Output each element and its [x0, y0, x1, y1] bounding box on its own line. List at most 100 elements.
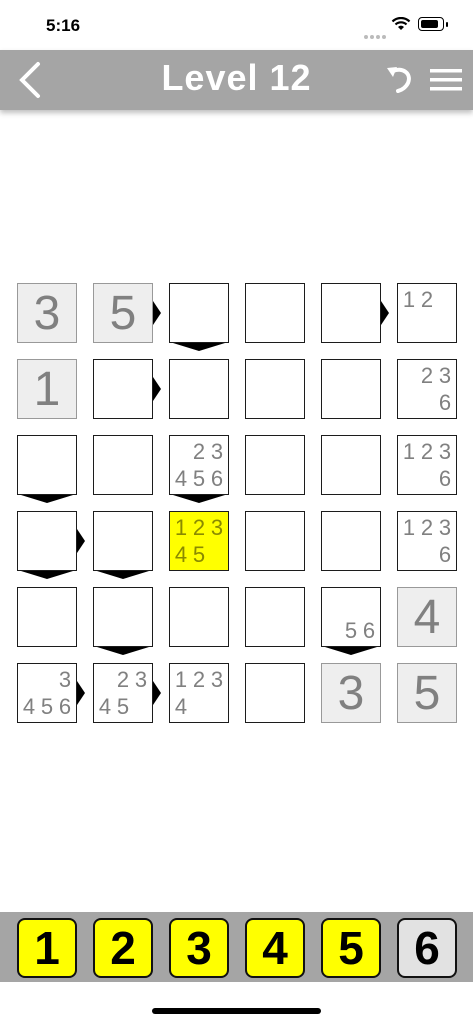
grid-cell-r5-c3[interactable]	[169, 587, 229, 647]
pencil-note: 1	[402, 515, 416, 540]
home-indicator	[152, 1008, 321, 1014]
grid-cell-r6-c2[interactable]: 2345	[93, 663, 153, 723]
cell-value: 5	[109, 287, 137, 340]
cell-pencil-notes: 1234	[172, 666, 226, 720]
cell-pencil-notes: 3456	[20, 666, 74, 720]
pencil-note: 2	[192, 439, 206, 464]
cell-pencil-notes: 1236	[400, 438, 454, 492]
pencil-note: 1	[174, 515, 188, 540]
cell-value: 3	[337, 667, 365, 720]
pencil-note	[360, 590, 378, 617]
greater-than-down-marker	[97, 647, 149, 655]
pencil-note	[208, 541, 226, 568]
pencil-note: 6	[362, 618, 376, 643]
pencil-note: 3	[210, 439, 224, 464]
grid-cell-r4-c5[interactable]	[321, 511, 381, 571]
number-key-1[interactable]: 1	[17, 918, 77, 978]
grid-cell-r5-c6[interactable]: 4	[397, 587, 457, 647]
grid-cell-r4-c2[interactable]	[93, 511, 153, 571]
grid-cell-r5-c4[interactable]	[245, 587, 305, 647]
grid-cell-r3-c5[interactable]	[321, 435, 381, 495]
grid-cell-r1-c4[interactable]	[245, 283, 305, 343]
pencil-note: 3	[438, 363, 452, 388]
pencil-note: 5	[40, 694, 54, 719]
pencil-note: 1	[402, 287, 416, 312]
pencil-note	[400, 465, 418, 492]
pencil-note	[342, 590, 360, 617]
pencil-note	[400, 541, 418, 568]
pencil-note: 3	[438, 515, 452, 540]
grid-cell-r1-c5[interactable]	[321, 283, 381, 343]
greater-than-down-marker	[21, 495, 73, 503]
grid-cell-r3-c6[interactable]: 1236	[397, 435, 457, 495]
grid-cell-r3-c4[interactable]	[245, 435, 305, 495]
pencil-note: 2	[420, 439, 434, 464]
number-key-3[interactable]: 3	[169, 918, 229, 978]
grid-cell-r6-c1[interactable]: 3456	[17, 663, 77, 723]
grid-cell-r5-c2[interactable]	[93, 587, 153, 647]
pencil-note: 2	[192, 515, 206, 540]
grid-cell-r2-c5[interactable]	[321, 359, 381, 419]
pencil-note	[172, 438, 190, 465]
grid-cell-r6-c5[interactable]: 3	[321, 663, 381, 723]
cell-pencil-notes: 12345	[172, 514, 226, 568]
pencil-note: 3	[438, 439, 452, 464]
cell-value: 4	[413, 591, 441, 644]
pencil-note: 2	[420, 363, 434, 388]
pencil-note: 6	[58, 694, 72, 719]
grid-cell-r6-c6[interactable]: 5	[397, 663, 457, 723]
grid-cell-r6-c4[interactable]	[245, 663, 305, 723]
pencil-note	[400, 389, 418, 416]
cell-pencil-notes: 1236	[400, 514, 454, 568]
grid-cell-r3-c3[interactable]: 23456	[169, 435, 229, 495]
pencil-note	[132, 693, 150, 720]
pencil-note	[324, 590, 342, 617]
pencil-note: 5	[192, 542, 206, 567]
pencil-note	[20, 666, 38, 693]
grid-cell-r6-c3[interactable]: 1234	[169, 663, 229, 723]
greater-than-down-marker	[21, 571, 73, 579]
number-key-5[interactable]: 5	[321, 918, 381, 978]
grid-cell-r4-c4[interactable]	[245, 511, 305, 571]
pencil-note: 3	[134, 667, 148, 692]
number-keypad: 123456	[0, 912, 473, 982]
pencil-note: 6	[438, 466, 452, 491]
pencil-note	[400, 362, 418, 389]
grid-cell-r5-c1[interactable]	[17, 587, 77, 647]
greater-than-right-marker	[77, 681, 85, 705]
grid-cell-r2-c4[interactable]	[245, 359, 305, 419]
grid-cell-r4-c3[interactable]: 12345	[169, 511, 229, 571]
number-key-4[interactable]: 4	[245, 918, 305, 978]
greater-than-right-marker	[153, 301, 161, 325]
grid-cell-r4-c1[interactable]	[17, 511, 77, 571]
cell-pencil-notes: 236	[400, 362, 454, 416]
pencil-note: 6	[210, 466, 224, 491]
grid-cell-r4-c6[interactable]: 1236	[397, 511, 457, 571]
grid-cell-r2-c2[interactable]	[93, 359, 153, 419]
grid-cell-r3-c1[interactable]	[17, 435, 77, 495]
greater-than-right-marker	[153, 681, 161, 705]
number-key-6[interactable]: 6	[397, 918, 457, 978]
pencil-note: 3	[210, 515, 224, 540]
number-key-2[interactable]: 2	[93, 918, 153, 978]
pencil-note: 2	[192, 667, 206, 692]
cell-pencil-notes: 2345	[96, 666, 150, 720]
grid-cell-r1-c3[interactable]	[169, 283, 229, 343]
grid-cell-r1-c2[interactable]: 5	[93, 283, 153, 343]
grid-cell-r1-c6[interactable]: 12	[397, 283, 457, 343]
puzzle-grid: 3512123623456123612345123656434562345123…	[0, 0, 473, 1024]
grid-cell-r2-c1[interactable]: 1	[17, 359, 77, 419]
grid-cell-r2-c3[interactable]	[169, 359, 229, 419]
greater-than-down-marker	[97, 571, 149, 579]
greater-than-down-marker	[325, 647, 377, 655]
grid-cell-r1-c1[interactable]: 3	[17, 283, 77, 343]
pencil-note: 1	[402, 439, 416, 464]
pencil-note: 1	[174, 667, 188, 692]
grid-cell-r3-c2[interactable]	[93, 435, 153, 495]
pencil-note	[436, 286, 454, 313]
pencil-note	[436, 313, 454, 340]
pencil-note: 4	[174, 542, 188, 567]
grid-cell-r2-c6[interactable]: 236	[397, 359, 457, 419]
pencil-note: 4	[174, 694, 188, 719]
grid-cell-r5-c5[interactable]: 56	[321, 587, 381, 647]
